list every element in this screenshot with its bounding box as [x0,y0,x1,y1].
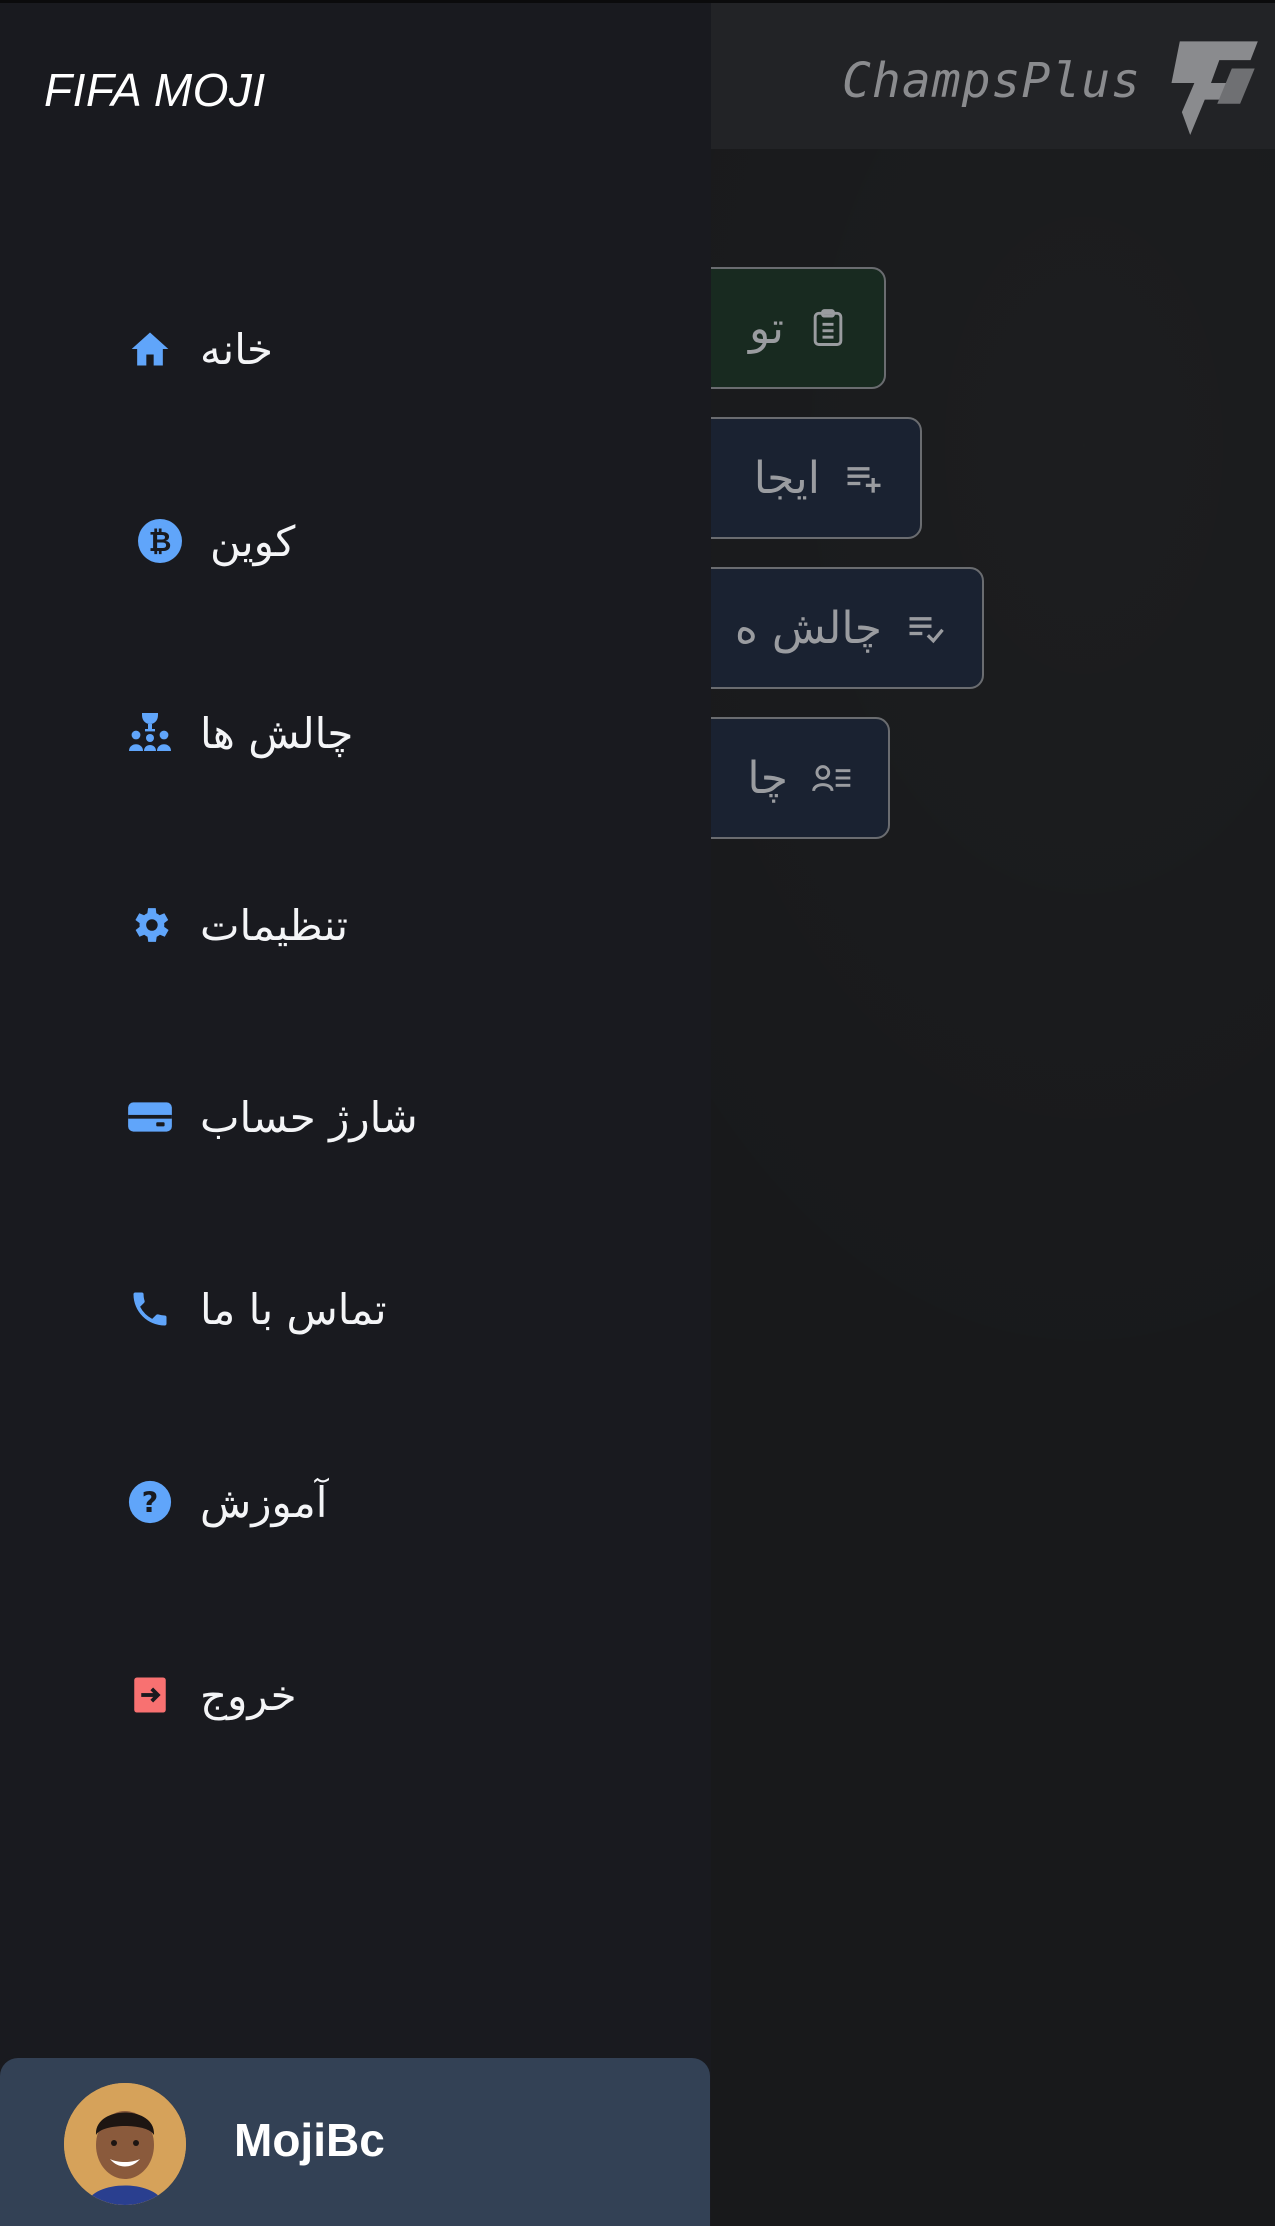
drawer-title: FIFA MOJI [44,64,266,116]
menu-item-label: شارژ حساب [200,1092,418,1142]
menu-item-label: خانه [200,324,273,374]
menu-item-label: آموزش [200,1477,328,1527]
profile-card[interactable]: MojiBc [0,2058,710,2226]
menu-item-label: تنظیمات [200,900,349,950]
menu-item-coin[interactable]: ₿ کوین [134,501,295,581]
menu-item-challenges[interactable]: چالش ها [124,693,353,773]
menu-item-charge-account[interactable]: شارژ حساب [124,1077,418,1157]
menu-item-home[interactable]: خانه [124,309,273,389]
username: MojiBc [234,2114,385,2166]
playlist-add-icon [847,467,881,493]
challenges-button-label: چالش ه [734,602,882,654]
svg-text:₿: ₿ [149,525,172,558]
navigation-drawer: FIFA MOJI خانه ₿ کوین چالش ها تنظیمات شا… [0,0,711,2226]
menu-item-settings[interactable]: تنظیمات [124,885,348,965]
tasks-button-label: تو [749,302,784,354]
menu-item-label: تماس با ما [200,1284,387,1334]
tournament-icon [124,707,176,759]
menu-item-label: چالش ها [200,708,354,758]
svg-text:?: ? [142,1486,159,1520]
bitcoin-icon: ₿ [134,515,186,567]
credit-card-icon [124,1091,176,1143]
menu-item-tutorial[interactable]: ? آموزش [124,1462,327,1542]
menu-item-label: کوین [210,516,296,566]
menu-item-logout[interactable]: خروج [124,1655,297,1735]
brand-name: ChampsPlus [842,53,1141,109]
menu-item-contact-us[interactable]: تماس با ما [124,1269,387,1349]
person-list-icon [812,765,851,792]
screen: ChampsPlus تو ایجا چالش ه چا FIFA MOJI خ… [0,0,1275,2226]
home-icon [124,323,176,375]
clipboard-icon [813,309,843,346]
create-button-label: ایجا [753,452,820,504]
avatar [64,2083,186,2205]
question-icon: ? [124,1476,176,1528]
list-button-label: چا [747,752,788,804]
phone-icon [124,1283,176,1335]
logout-icon [124,1669,176,1721]
gear-icon [124,899,176,951]
menu-item-label: خروج [200,1670,297,1720]
playlist-check-icon [909,617,944,644]
brand-logo-icon [1171,41,1258,135]
